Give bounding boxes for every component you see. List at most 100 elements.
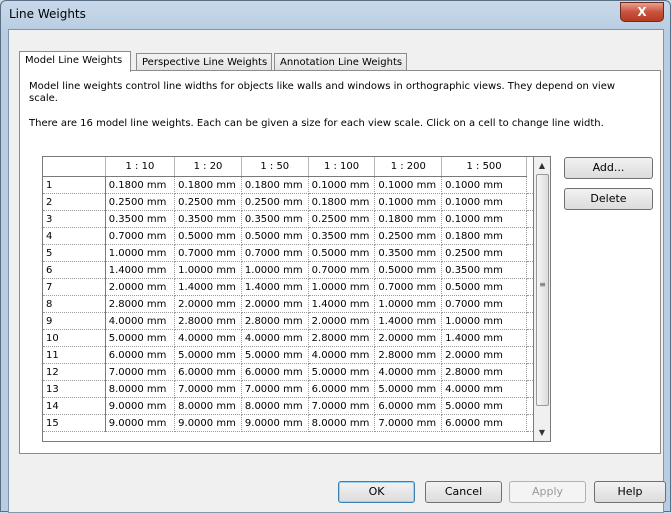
row-header[interactable]: 3	[43, 210, 106, 228]
line-weight-cell[interactable]: 1.0000 mm	[441, 312, 527, 330]
line-weight-cell[interactable]: 2.0000 mm	[174, 295, 242, 313]
row-header[interactable]: 15	[43, 414, 106, 432]
line-weight-cell[interactable]: 4.0000 mm	[174, 329, 242, 347]
line-weight-cell[interactable]: 0.1000 mm	[441, 193, 527, 211]
line-weight-cell[interactable]: 0.7000 mm	[105, 227, 176, 245]
cancel-button[interactable]: Cancel	[425, 481, 502, 503]
line-weight-cell[interactable]: 0.5000 mm	[308, 244, 376, 262]
line-weight-cell[interactable]: 0.7000 mm	[241, 244, 309, 262]
line-weight-cell[interactable]: 4.0000 mm	[241, 329, 309, 347]
column-header[interactable]: 1 : 200	[374, 157, 443, 177]
line-weight-cell[interactable]: 9.0000 mm	[241, 414, 309, 432]
scroll-down-arrow-icon[interactable]: ▼	[534, 424, 550, 441]
line-weight-cell[interactable]: 4.0000 mm	[105, 312, 176, 330]
row-header[interactable]: 6	[43, 261, 106, 279]
line-weight-cell[interactable]: 2.0000 mm	[374, 329, 443, 347]
line-weight-cell[interactable]: 8.0000 mm	[308, 414, 376, 432]
line-weight-cell[interactable]: 5.0000 mm	[308, 363, 376, 381]
line-weight-cell[interactable]: 1.4000 mm	[105, 261, 176, 279]
line-weight-cell[interactable]: 0.1800 mm	[105, 176, 176, 194]
row-header[interactable]: 2	[43, 193, 106, 211]
close-button[interactable]: X	[620, 2, 664, 22]
tab-annotation-line-weights[interactable]: Annotation Line Weights	[274, 53, 407, 71]
line-weight-cell[interactable]: 0.1800 mm	[308, 193, 376, 211]
delete-button[interactable]: Delete	[564, 188, 653, 210]
line-weight-cell[interactable]: 9.0000 mm	[105, 414, 176, 432]
line-weight-cell[interactable]: 7.0000 mm	[241, 380, 309, 398]
line-weight-cell[interactable]: 0.7000 mm	[174, 244, 242, 262]
line-weight-cell[interactable]: 0.7000 mm	[308, 261, 376, 279]
line-weight-cell[interactable]: 0.1000 mm	[374, 193, 443, 211]
add-button[interactable]: Add...	[564, 157, 653, 179]
line-weight-cell[interactable]: 1.0000 mm	[174, 261, 242, 279]
line-weight-cell[interactable]: 0.3500 mm	[374, 244, 443, 262]
line-weight-cell[interactable]: 0.5000 mm	[174, 227, 242, 245]
line-weight-cell[interactable]: 9.0000 mm	[174, 414, 242, 432]
line-weight-cell[interactable]: 2.0000 mm	[441, 346, 527, 364]
row-header[interactable]: 9	[43, 312, 106, 330]
line-weight-cell[interactable]: 2.8000 mm	[105, 295, 176, 313]
line-weight-cell[interactable]: 1.4000 mm	[308, 295, 376, 313]
line-weight-cell[interactable]: 5.0000 mm	[374, 380, 443, 398]
help-button[interactable]: Help	[594, 481, 666, 503]
line-weight-cell[interactable]: 6.0000 mm	[105, 346, 176, 364]
apply-button[interactable]: Apply	[509, 481, 586, 503]
row-header[interactable]: 12	[43, 363, 106, 381]
line-weight-cell[interactable]: 0.1000 mm	[441, 176, 527, 194]
line-weight-cell[interactable]: 2.8000 mm	[174, 312, 242, 330]
line-weight-cell[interactable]: 4.0000 mm	[308, 346, 376, 364]
line-weight-cell[interactable]: 6.0000 mm	[308, 380, 376, 398]
line-weight-cell[interactable]: 0.2500 mm	[441, 244, 527, 262]
line-weight-cell[interactable]: 1.4000 mm	[441, 329, 527, 347]
row-header[interactable]: 13	[43, 380, 106, 398]
line-weight-cell[interactable]: 0.2500 mm	[105, 193, 176, 211]
row-header[interactable]: 14	[43, 397, 106, 415]
line-weight-cell[interactable]: 0.2500 mm	[241, 193, 309, 211]
line-weight-cell[interactable]: 4.0000 mm	[374, 363, 443, 381]
line-weight-cell[interactable]: 0.5000 mm	[374, 261, 443, 279]
row-header[interactable]: 11	[43, 346, 106, 364]
line-weight-cell[interactable]: 0.2500 mm	[308, 210, 376, 228]
line-weight-cell[interactable]: 0.1800 mm	[374, 210, 443, 228]
scroll-up-arrow-icon[interactable]: ▲	[534, 157, 550, 174]
line-weight-cell[interactable]: 2.0000 mm	[308, 312, 376, 330]
line-weight-cell[interactable]: 0.7000 mm	[441, 295, 527, 313]
line-weight-cell[interactable]: 0.3500 mm	[241, 210, 309, 228]
line-weight-cell[interactable]: 7.0000 mm	[174, 380, 242, 398]
line-weight-cell[interactable]: 5.0000 mm	[441, 397, 527, 415]
line-weight-cell[interactable]: 6.0000 mm	[174, 363, 242, 381]
line-weight-cell[interactable]: 6.0000 mm	[374, 397, 443, 415]
line-weight-cell[interactable]: 1.4000 mm	[174, 278, 242, 296]
title-bar[interactable]: Line Weights X	[1, 1, 670, 29]
column-header[interactable]: 1 : 20	[174, 157, 242, 177]
line-weight-cell[interactable]: 1.0000 mm	[105, 244, 176, 262]
ok-button[interactable]: OK	[338, 481, 415, 503]
line-weight-cell[interactable]: 5.0000 mm	[241, 346, 309, 364]
line-weight-cell[interactable]: 0.3500 mm	[174, 210, 242, 228]
row-header[interactable]: 8	[43, 295, 106, 313]
row-header[interactable]: 1	[43, 176, 106, 194]
line-weight-cell[interactable]: 0.1000 mm	[374, 176, 443, 194]
line-weight-cell[interactable]: 0.2500 mm	[174, 193, 242, 211]
line-weight-cell[interactable]: 0.1000 mm	[441, 210, 527, 228]
line-weight-cell[interactable]: 7.0000 mm	[308, 397, 376, 415]
line-weight-cell[interactable]: 2.8000 mm	[441, 363, 527, 381]
line-weight-cell[interactable]: 2.8000 mm	[241, 312, 309, 330]
grid-vertical-scrollbar[interactable]: ▲ ≡ ▼	[534, 156, 551, 442]
line-weight-cell[interactable]: 0.3500 mm	[308, 227, 376, 245]
line-weight-cell[interactable]: 6.0000 mm	[441, 414, 527, 432]
tab-perspective-line-weights[interactable]: Perspective Line Weights	[136, 53, 272, 71]
line-weight-cell[interactable]: 0.7000 mm	[374, 278, 443, 296]
row-header[interactable]: 5	[43, 244, 106, 262]
line-weight-cell[interactable]: 2.0000 mm	[241, 295, 309, 313]
row-header[interactable]: 10	[43, 329, 106, 347]
row-header[interactable]: 7	[43, 278, 106, 296]
line-weight-cell[interactable]: 0.2500 mm	[374, 227, 443, 245]
line-weight-cell[interactable]: 9.0000 mm	[105, 397, 176, 415]
line-weight-cell[interactable]: 7.0000 mm	[105, 363, 176, 381]
line-weight-cell[interactable]: 5.0000 mm	[174, 346, 242, 364]
line-weight-cell[interactable]: 0.1800 mm	[441, 227, 527, 245]
tab-model-line-weights[interactable]: Model Line Weights	[19, 51, 131, 72]
line-weight-cell[interactable]: 6.0000 mm	[241, 363, 309, 381]
line-weight-cell[interactable]: 1.4000 mm	[374, 312, 443, 330]
